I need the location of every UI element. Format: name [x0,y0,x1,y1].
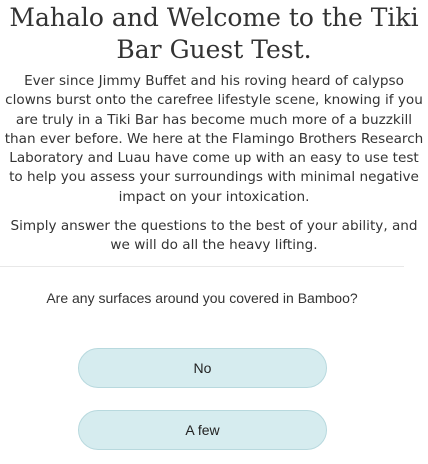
page-title: Mahalo and Welcome to the Tiki Bar Guest… [9,3,419,64]
section-divider [0,266,404,267]
question-text: Are any surfaces around you covered in B… [46,290,358,306]
answer-button-no[interactable]: No [78,348,327,388]
instructions-paragraph: Simply answer the questions to the best … [10,218,418,254]
answer-button-a-few[interactable]: A few [78,410,327,450]
quiz-page: Mahalo and Welcome to the Tiki Bar Guest… [0,0,428,464]
intro-paragraph: Ever since Jimmy Buffet and his roving h… [4,73,424,205]
